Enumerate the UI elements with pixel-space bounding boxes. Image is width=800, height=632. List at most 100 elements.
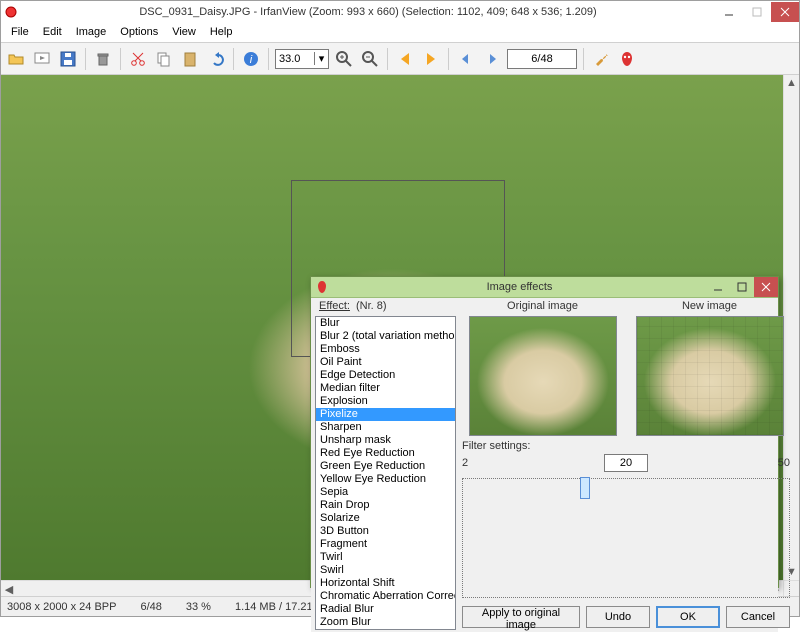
effect-item[interactable]: Fragment: [316, 538, 455, 551]
zoom-input[interactable]: [276, 52, 314, 66]
effects-listbox[interactable]: BlurBlur 2 (total variation method)Embos…: [315, 316, 456, 630]
separator: [583, 48, 584, 70]
menu-edit[interactable]: Edit: [37, 25, 68, 40]
effect-item[interactable]: Yellow Eye Reduction: [316, 473, 455, 486]
wrench-icon: [593, 51, 609, 67]
minimize-button[interactable]: [715, 2, 743, 22]
dialog-close-button[interactable]: [754, 277, 778, 297]
cancel-button[interactable]: Cancel: [726, 606, 790, 628]
effect-item[interactable]: Green Eye Reduction: [316, 460, 455, 473]
effect-item[interactable]: Sepia: [316, 486, 455, 499]
pixelize-slider[interactable]: [462, 478, 790, 598]
close-icon: [761, 282, 771, 292]
effect-item[interactable]: Sharpen: [316, 421, 455, 434]
scroll-left-icon[interactable]: ◀: [1, 581, 17, 597]
new-preview: [636, 316, 784, 436]
settings-button[interactable]: [590, 48, 612, 70]
irfanview-button[interactable]: [616, 48, 638, 70]
separator: [387, 48, 388, 70]
delete-button[interactable]: [92, 48, 114, 70]
zoom-in-button[interactable]: [333, 48, 355, 70]
menu-file[interactable]: File: [5, 25, 35, 40]
arrow-left-icon: [397, 51, 413, 67]
nav-index-box[interactable]: 6/48: [507, 49, 577, 69]
status-dimensions: 3008 x 2000 x 24 BPP: [7, 601, 116, 613]
effect-item[interactable]: Radial Blur: [316, 603, 455, 616]
effect-item[interactable]: Solarize: [316, 512, 455, 525]
effect-item[interactable]: Emboss: [316, 343, 455, 356]
slideshow-icon: [34, 51, 50, 67]
trash-icon: [95, 51, 111, 67]
maximize-icon: [752, 7, 762, 17]
ok-button[interactable]: OK: [656, 606, 720, 628]
effect-item[interactable]: Oil Paint: [316, 356, 455, 369]
undo-button[interactable]: Undo: [586, 606, 650, 628]
maximize-icon: [737, 282, 747, 292]
info-button[interactable]: i: [240, 48, 262, 70]
maximize-button[interactable]: [743, 2, 771, 22]
chevron-down-icon[interactable]: ▾: [314, 52, 328, 65]
effect-item[interactable]: Median filter: [316, 382, 455, 395]
slider-min: 2: [462, 457, 486, 469]
dialog-titlebar[interactable]: Image effects: [311, 277, 778, 297]
next-image-button[interactable]: [420, 48, 442, 70]
zoom-out-button[interactable]: [359, 48, 381, 70]
effect-item[interactable]: Zoom Blur: [316, 616, 455, 629]
effect-item[interactable]: Unsharp mask: [316, 434, 455, 447]
effect-item[interactable]: Swirl: [316, 564, 455, 577]
dialog-minimize-button[interactable]: [706, 277, 730, 297]
menu-options[interactable]: Options: [114, 25, 164, 40]
status-index: 6/48: [140, 601, 161, 613]
window-title: DSC_0931_Daisy.JPG - IrfanView (Zoom: 99…: [21, 6, 715, 18]
effects-header: Effect: (Nr. 8): [311, 298, 456, 316]
toolbar: i ▾ 6/48: [1, 43, 799, 75]
paste-button[interactable]: [179, 48, 201, 70]
effect-item[interactable]: Explosion: [316, 395, 455, 408]
cut-button[interactable]: [127, 48, 149, 70]
new-preview-label: New image: [682, 300, 737, 314]
apply-button[interactable]: Apply to original image: [462, 606, 580, 628]
dialog-title: Image effects: [333, 281, 706, 293]
copy-button[interactable]: [153, 48, 175, 70]
effect-item[interactable]: 3D Button: [316, 525, 455, 538]
effect-label: Effect:: [319, 300, 350, 314]
effect-item[interactable]: Blur 2 (total variation method): [316, 330, 455, 343]
open-button[interactable]: [5, 48, 27, 70]
close-button[interactable]: [771, 2, 799, 22]
slider-value-box[interactable]: 20: [604, 454, 648, 472]
effect-item[interactable]: Blur: [316, 317, 455, 330]
slideshow-button[interactable]: [31, 48, 53, 70]
dialog-maximize-button[interactable]: [730, 277, 754, 297]
filter-settings-label: Filter settings:: [462, 440, 790, 452]
undo-icon: [208, 51, 224, 67]
effect-item[interactable]: Red Eye Reduction: [316, 447, 455, 460]
menubar: File Edit Image Options View Help: [1, 23, 799, 43]
floppy-icon: [60, 51, 76, 67]
effect-item[interactable]: Rain Drop: [316, 499, 455, 512]
save-button[interactable]: [57, 48, 79, 70]
slider-thumb[interactable]: [580, 477, 590, 499]
menu-view[interactable]: View: [166, 25, 202, 40]
copy-icon: [156, 51, 172, 67]
close-icon: [780, 7, 790, 17]
next-page-button[interactable]: [481, 48, 503, 70]
effect-item[interactable]: Horizontal Shift: [316, 577, 455, 590]
irfanview-icon: [619, 51, 635, 67]
effect-item[interactable]: Chromatic Aberration Correction: [316, 590, 455, 603]
page-next-icon: [484, 51, 500, 67]
image-effects-dialog: Image effects Effect: (Nr. 8) BlurBlur 2…: [310, 276, 779, 588]
scroll-up-icon[interactable]: ▲: [784, 75, 799, 91]
zoom-in-icon: [336, 51, 352, 67]
zoom-combo[interactable]: ▾: [275, 49, 329, 69]
prev-page-button[interactable]: [455, 48, 477, 70]
effect-item[interactable]: Pixelize: [316, 408, 455, 421]
effect-item[interactable]: Twirl: [316, 551, 455, 564]
undo-button[interactable]: [205, 48, 227, 70]
original-preview: [469, 316, 617, 436]
slider-max: 50: [766, 457, 790, 469]
menu-image[interactable]: Image: [70, 25, 113, 40]
menu-help[interactable]: Help: [204, 25, 239, 40]
prev-image-button[interactable]: [394, 48, 416, 70]
arrow-right-icon: [423, 51, 439, 67]
effect-item[interactable]: Edge Detection: [316, 369, 455, 382]
